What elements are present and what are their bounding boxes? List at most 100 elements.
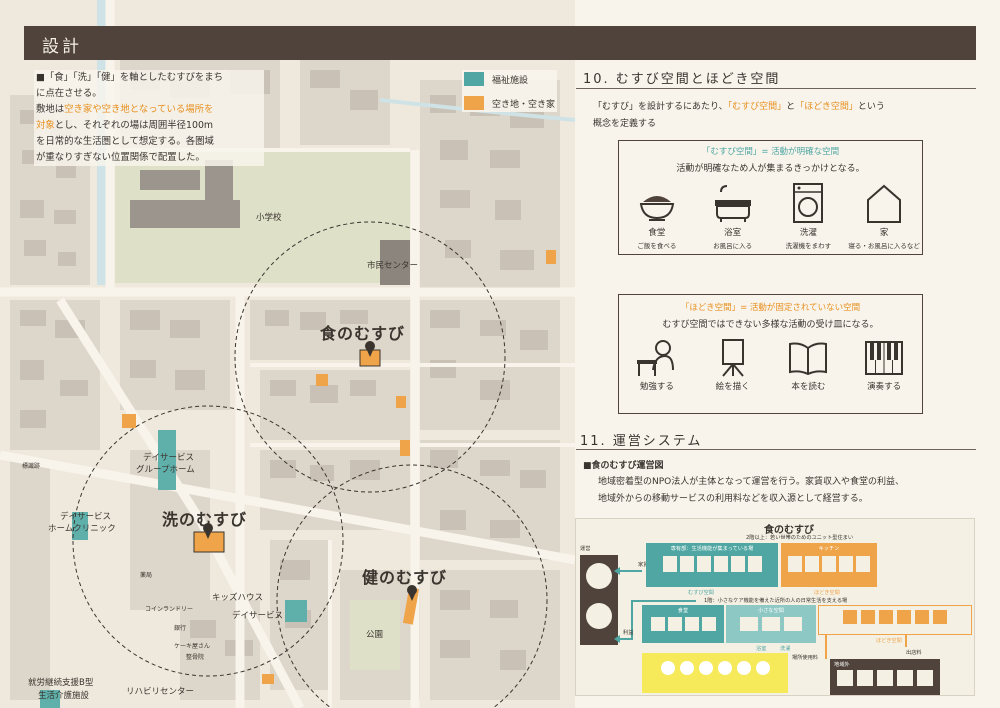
diagram-floor1: 1階：小さなケア機能を備えた近所の人の日常生活を支える場 (704, 598, 848, 604)
diagram-small-space-block: 小さな空間 (726, 605, 816, 643)
musubi-item-bath-label: 浴室 (724, 228, 742, 238)
intro-text: ■「食」「洗」「健」を軸としたむすびをまち に点在させる。 敷地は空き家や空き地… (34, 70, 264, 166)
intro-line-2: に点在させる。 (36, 88, 102, 99)
label-civic-center: 市民センター (367, 261, 419, 271)
diagram-small-space: 小さな空間 (758, 608, 784, 614)
legend-welfare: 福祉施設 (464, 72, 555, 86)
label-small-3: コインランドリー (145, 606, 194, 613)
section11-title: 11. 運営システム (580, 434, 703, 449)
label-dayservice-clinic-1: デイサービス (60, 512, 112, 522)
section10-desc-line2: 概念を定義する (593, 119, 657, 129)
hodoki-box-subtitle: むすび空間ではできない多様な活動の受け皿になる。 (662, 320, 879, 330)
hodoki-box: 「ほどき空間」= 活動が固定されていない空間 むすび空間ではできない多様な活動の… (618, 294, 923, 414)
label-small-1: 標識跡 (22, 463, 41, 470)
section11-rule (576, 449, 976, 450)
section11-desc-line1: 地域密着型のNPO法人が主体となって運営を行う。家賃収入や食堂の利益、 (598, 477, 904, 487)
rice-bowl-icon (639, 196, 675, 221)
hodoki-item-draw: 絵を描く (695, 338, 771, 392)
hodoki-item-play-label: 演奏する (867, 382, 902, 392)
musubi-item-dining: 食堂 ご飯を食べる (619, 182, 695, 250)
label-rehab-center: リハビリセンター (126, 687, 195, 697)
musubi-box: 「むすび空間」= 活動が明確な空間 活動が明確なため人が集まるきっかけとなる。 … (618, 140, 923, 255)
map-legend: 福祉施設 空き地・空き家 (462, 70, 558, 112)
diagram-residence-block: 専有部：生活機能が集まっている場 (646, 543, 778, 587)
diagram-kitchen-block: キッチン (781, 543, 877, 587)
diagram-rieki: 利益 (623, 630, 634, 636)
hodoki-icons: 勉強する 絵を描く 本を読む 演奏する (619, 338, 922, 392)
musubi-item-house-label: 家 (879, 228, 889, 238)
musubi-item-house-sub: 寝る・お風呂に入るなど (848, 242, 920, 250)
diagram-shokudo-block: 食堂 (642, 605, 724, 643)
label-dayservice-gh-2: グループホーム (136, 465, 195, 475)
musubi-item-house: 家 寝る・お風呂に入るなど (846, 182, 922, 250)
hodoki-item-study: 勉強する (619, 338, 695, 392)
diagram-laundry: 洗濯 (780, 646, 791, 652)
washing-machine-icon (793, 183, 824, 223)
intro-line-5: を日常的な生活圏として想定する。各圏域 (36, 136, 214, 147)
diagram-outside-block: 地域外 (830, 659, 940, 695)
hodoki-item-draw-label: 絵を描く (715, 382, 750, 392)
section11-desc: 地域密着型のNPO法人が主体となって運営を行う。家賃収入や食堂の利益、 地域外か… (598, 474, 978, 508)
bathtub-icon (714, 185, 751, 222)
label-small-6: 整骨院 (186, 654, 205, 661)
intro-line-1: ■「食」「洗」「健」を軸としたむすびをまち (36, 72, 223, 83)
musubi-item-bath-sub: お風呂に入る (713, 242, 753, 250)
label-dayservice-gh-1: デイサービス (143, 453, 195, 463)
house-icon (867, 184, 902, 223)
diagram-community-block (642, 653, 788, 693)
label-kids-house: キッズハウス (212, 593, 264, 603)
easel-icon (721, 339, 744, 377)
piano-icon (865, 341, 904, 375)
page-title: 設計 (42, 37, 82, 57)
label-support-2: 生活介護施設 (38, 691, 90, 701)
legend-vacant: 空き地・空き家 (464, 96, 555, 110)
diagram-bathroom: 浴室 (756, 646, 767, 652)
hodoki-item-read-label: 本を読む (791, 382, 826, 392)
hodoki-item-study-label: 勉強する (639, 382, 674, 392)
intro-line-6: が重なりすぎない位置関係で配置した。 (36, 152, 205, 163)
musubi-item-bath: 浴室 お風呂に入る (695, 182, 771, 250)
study-icon (636, 340, 674, 376)
legend-welfare-swatch (464, 72, 484, 86)
diagram-shokudo: 食堂 (677, 608, 689, 614)
musubi-item-laundry: 洗濯 洗濯機をまわす (771, 182, 847, 250)
label-school: 小学校 (256, 213, 282, 223)
intro-line-4: 対象とし、それぞれの場は周囲半径100m (36, 120, 214, 131)
diagram-musubi-kukan: むすび空間 (688, 590, 714, 596)
book-icon (789, 342, 828, 376)
diagram-common: 専有部：生活機能が集まっている場 (670, 546, 754, 552)
musubi-item-dining-label: 食堂 (648, 228, 666, 238)
diagram-hodoki-kukan: ほどき空間 (814, 590, 840, 596)
label-small-2: 薬局 (140, 572, 153, 579)
label-park: 公園 (366, 630, 384, 640)
label-ken-musubi: 健のむすび (362, 568, 448, 587)
section10-title: 10. むすび空間とほどき空間 (583, 72, 781, 87)
legend-vacant-swatch (464, 96, 484, 110)
musubi-box-subtitle: 活動が明確なため人が集まるきっかけとなる。 (676, 164, 865, 174)
diagram-shushi: 出店料 (906, 650, 922, 656)
operation-diagram: 食のむすび 2階以上：若い世帯のためのユニット型住まい 運営 家賃 利益 専有部… (575, 518, 975, 696)
diagram-hodoki-kukan2: ほどき空間 (876, 638, 902, 644)
label-dayservice-clinic-2: ホームクリニック (48, 524, 116, 534)
diagram-kitchen-label: キッチン (818, 546, 840, 552)
label-sen-musubi: 洗のむすび (162, 510, 248, 529)
label-support-1: 就労継続支援B型 (28, 678, 94, 688)
diagram-riyoryo: 場所使用料 (792, 655, 818, 661)
musubi-item-laundry-label: 洗濯 (799, 228, 817, 238)
label-small-5: ケーキ屋さん (174, 643, 211, 650)
section10-desc: 「むすび」を設計するにあたり、「むすび空間」と「ほどき空間」という 概念を定義す… (593, 99, 973, 133)
musubi-item-laundry-sub: 洗濯機をまわす (785, 242, 832, 250)
hodoki-item-read: 本を読む (771, 338, 847, 392)
label-small-4: 銀行 (174, 625, 187, 632)
hodoki-box-title: 「ほどき空間」= 活動が固定されていない空間 (680, 303, 861, 313)
label-shoku-musubi: 食のむすび (320, 324, 406, 343)
diagram-chiikigai: 地域外 (834, 662, 850, 668)
musubi-box-title: 「むすび空間」= 活動が明確な空間 (701, 147, 840, 157)
section11-subhead: ■食のむすび運営図 (583, 461, 664, 471)
intro-line-3: 敷地は空き家や空き地となっている場所を (36, 104, 214, 115)
label-kids-dayservice: デイサービス (232, 611, 284, 621)
section10-rule (576, 88, 976, 89)
diagram-hodoki-block (818, 605, 972, 635)
header-bar: 設計 (24, 26, 976, 60)
musubi-icons: 食堂 ご飯を食べる 浴室 お風呂に入る 洗濯 洗濯機をまわす 家 寝る・お風呂に… (619, 182, 922, 250)
